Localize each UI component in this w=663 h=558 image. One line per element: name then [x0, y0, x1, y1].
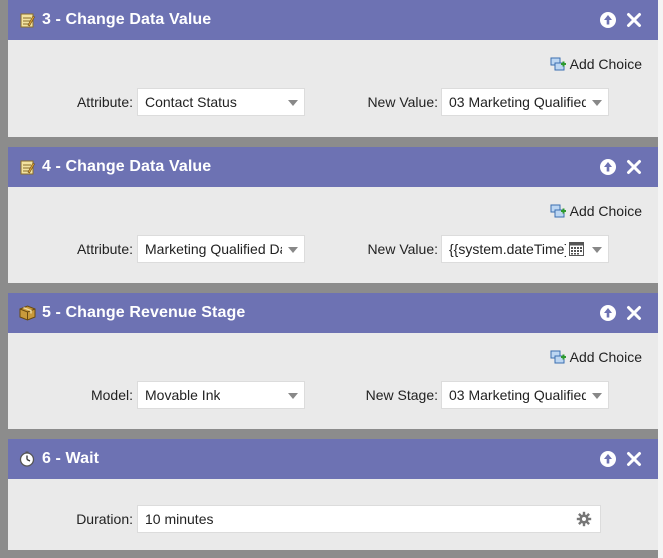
- move-up-button[interactable]: [598, 449, 618, 469]
- new-value-label: New Value:: [367, 241, 438, 257]
- model-label: Model:: [90, 387, 133, 403]
- add-choice-label: Add Choice: [569, 203, 642, 219]
- attribute-select[interactable]: Contact Status: [137, 88, 305, 116]
- chevron-down-icon: [288, 247, 298, 253]
- gear-icon[interactable]: [576, 511, 592, 530]
- step-header: 6 - Wait: [8, 439, 658, 479]
- step-title: 4 - Change Data Value: [42, 158, 212, 175]
- attribute-label: Attribute:: [76, 241, 133, 257]
- notepad-icon: [18, 158, 36, 176]
- add-choice-button[interactable]: Add Choice: [550, 203, 642, 219]
- close-button[interactable]: [624, 449, 644, 469]
- close-button[interactable]: [624, 10, 644, 30]
- chevron-down-icon: [592, 247, 602, 253]
- notepad-icon: [18, 11, 36, 29]
- add-choice-button[interactable]: Add Choice: [550, 56, 642, 72]
- flow-step-5: 5 - Change Revenue Stage Add Choice Mode…: [8, 293, 658, 429]
- clock-icon: [18, 450, 36, 468]
- box-icon: [18, 304, 36, 322]
- attribute-select[interactable]: Marketing Qualified Date: [137, 235, 305, 263]
- step-title: 3 - Change Data Value: [42, 11, 212, 28]
- step-title: 5 - Change Revenue Stage: [42, 304, 246, 321]
- flow-step-6: 6 - Wait Duration: 10 minutes: [8, 439, 658, 550]
- move-up-button[interactable]: [598, 10, 618, 30]
- chevron-down-icon: [288, 100, 298, 106]
- new-value-select[interactable]: 03 Marketing Qualified: [441, 88, 609, 116]
- close-button[interactable]: [624, 303, 644, 323]
- add-choice-button[interactable]: Add Choice: [550, 349, 642, 365]
- duration-label: Duration:: [76, 511, 133, 527]
- new-value-select[interactable]: {{system.dateTime}}: [441, 235, 609, 263]
- chevron-down-icon: [592, 393, 602, 399]
- step-header: 5 - Change Revenue Stage: [8, 293, 658, 333]
- flow-step-3: 3 - Change Data Value Add Choice Attribu…: [8, 0, 658, 137]
- scrollbar-track[interactable]: [658, 0, 663, 558]
- step-header: 3 - Change Data Value: [8, 0, 658, 40]
- add-choice-label: Add Choice: [569, 56, 642, 72]
- duration-input[interactable]: 10 minutes: [137, 505, 601, 533]
- model-select[interactable]: Movable Ink: [137, 381, 305, 409]
- attribute-label: Attribute:: [76, 94, 133, 110]
- new-value-label: New Value:: [367, 94, 438, 110]
- move-up-button[interactable]: [598, 303, 618, 323]
- add-choice-icon: [550, 57, 566, 70]
- new-stage-label: New Stage:: [365, 387, 438, 403]
- flow-step-4: 4 - Change Data Value Add Choice Attribu…: [8, 147, 658, 283]
- calendar-icon[interactable]: [569, 242, 584, 259]
- chevron-down-icon: [592, 100, 602, 106]
- step-title: 6 - Wait: [42, 450, 100, 467]
- close-button[interactable]: [624, 157, 644, 177]
- new-stage-select[interactable]: 03 Marketing Qualified: [441, 381, 609, 409]
- chevron-down-icon: [288, 393, 298, 399]
- add-choice-icon: [550, 204, 566, 217]
- add-choice-icon: [550, 350, 566, 363]
- step-header: 4 - Change Data Value: [8, 147, 658, 187]
- move-up-button[interactable]: [598, 157, 618, 177]
- add-choice-label: Add Choice: [569, 349, 642, 365]
